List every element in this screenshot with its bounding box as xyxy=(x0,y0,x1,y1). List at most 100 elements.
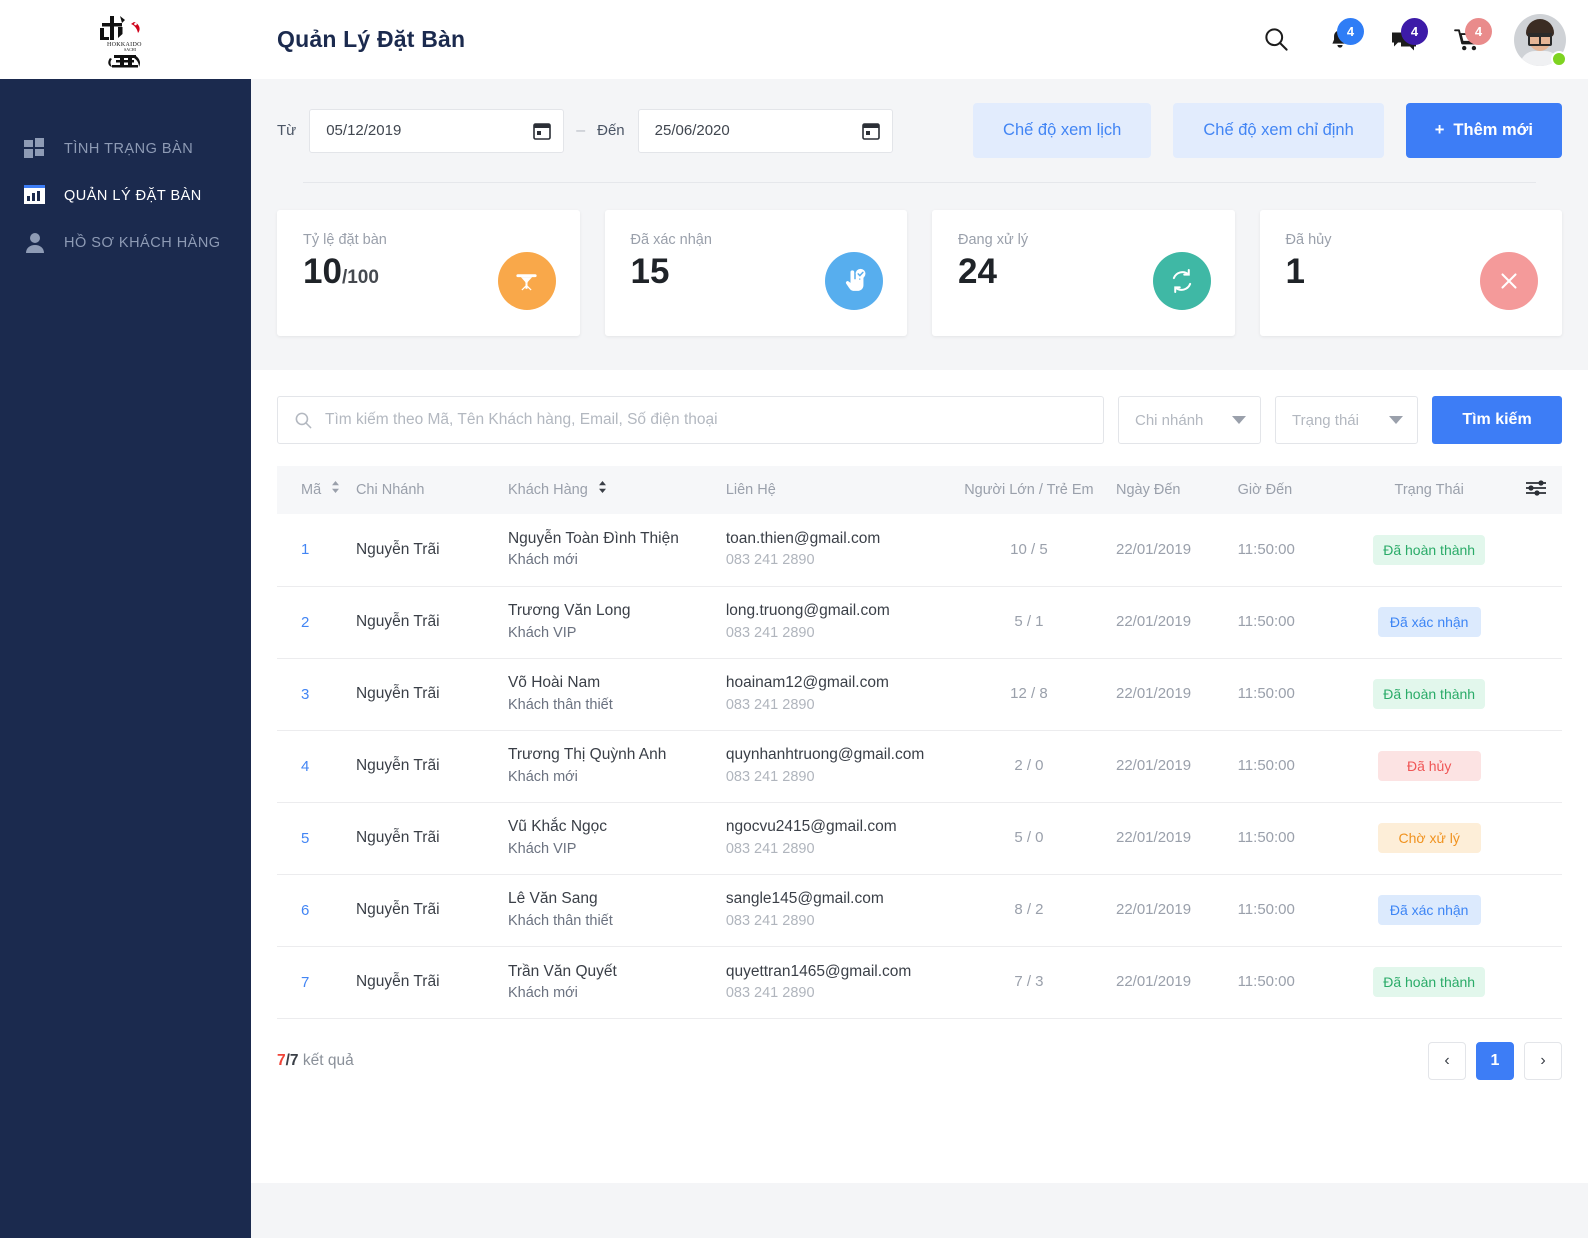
customer-type: Khách VIP xyxy=(507,840,577,857)
sidebar-item-reservation-management[interactable]: QUẢN LÝ ĐẶT BÀN xyxy=(0,172,251,219)
cell-lien-he: sangle145@gmail.com 083 241 2890 xyxy=(720,874,948,946)
col-header-settings[interactable] xyxy=(1505,466,1562,514)
col-header-ngay-den: Ngày Đến xyxy=(1115,482,1181,498)
cell-ma[interactable]: 4 xyxy=(277,730,350,802)
date-to-input[interactable]: 25/06/2020 xyxy=(637,108,893,153)
cell-ma[interactable]: 2 xyxy=(277,586,350,658)
col-header-nguoi: Người Lớn / Trẻ Em xyxy=(964,482,1094,498)
calendar-icon[interactable] xyxy=(533,122,552,140)
pagination-next[interactable]: › xyxy=(1524,1041,1562,1080)
sidebar-item-customer-profile[interactable]: HỒ SƠ KHÁCH HÀNG xyxy=(0,219,251,266)
result-total: /7 xyxy=(285,1051,299,1069)
cell-lien-he: toan.thien@gmail.com 083 241 2890 xyxy=(720,514,948,586)
add-new-button[interactable]: + Thêm mới xyxy=(1405,103,1562,158)
pagination-prev[interactable]: ‹ xyxy=(1428,1041,1466,1080)
cell-nguoi: 8 / 2 xyxy=(1014,901,1044,918)
search-icon-button[interactable] xyxy=(1244,0,1308,79)
customer-type: Khách mới xyxy=(507,984,578,1001)
cell-ma[interactable]: 7 xyxy=(277,946,350,1018)
table-footer: 7/7 kết quả ‹ 1 › xyxy=(277,1018,1562,1102)
cell-lien-he: quyettran1465@gmail.com 083 241 2890 xyxy=(720,946,948,1018)
cell-ma[interactable]: 1 xyxy=(277,514,350,586)
customer-email: quyettran1465@gmail.com xyxy=(725,962,912,980)
add-new-label: Thêm mới xyxy=(1453,121,1533,139)
cell-chi-nhanh: Nguyễn Trãi xyxy=(355,828,440,846)
customer-email: ngocvu2415@gmail.com xyxy=(725,818,897,836)
app-root: HOKKAIDO SACHI Quản Lý Đặt Bàn 4 4 4 TÌN… xyxy=(0,0,1588,1238)
stat-value: 1 xyxy=(1285,252,1305,291)
status-select-value: Trạng thái xyxy=(1292,411,1359,429)
customer-type: Khách thân thiết xyxy=(507,912,613,929)
cell-khach-hang: Trương Thị Quỳnh Anh Khách mới xyxy=(502,730,720,802)
customer-name: Trần Văn Quyết xyxy=(507,962,617,980)
main-content: Từ 05/12/2019 – Đến 25/06/2020 Chế độ xe… xyxy=(251,79,1588,1238)
customer-type: Khách VIP xyxy=(507,624,577,641)
top-bar: HOKKAIDO SACHI Quản Lý Đặt Bàn 4 4 4 xyxy=(0,0,1588,79)
cell-lien-he: quynhanhtruong@gmail.com 083 241 2890 xyxy=(720,730,948,802)
customer-phone: 083 241 2890 xyxy=(725,624,815,641)
customer-phone: 083 241 2890 xyxy=(725,552,815,569)
logo[interactable]: HOKKAIDO SACHI xyxy=(0,0,251,79)
messages-button[interactable]: 4 xyxy=(1372,0,1436,79)
branch-select[interactable]: Chi nhánh xyxy=(1118,396,1261,444)
sort-icon xyxy=(598,481,607,497)
table-row[interactable]: 5 Nguyễn Trãi Vũ Khắc Ngọc Khách VIP ngo… xyxy=(277,802,1562,874)
stat-title: Đang xử lý xyxy=(958,232,1029,248)
customer-email: sangle145@gmail.com xyxy=(725,890,884,908)
col-header-gio-den: Giờ Đến xyxy=(1237,482,1293,498)
table-row[interactable]: 3 Nguyễn Trãi Võ Hoài Nam Khách thân thi… xyxy=(277,658,1562,730)
cell-actions xyxy=(1505,586,1562,658)
cell-ma[interactable]: 6 xyxy=(277,874,350,946)
customer-phone: 083 241 2890 xyxy=(725,840,815,857)
customer-email: long.truong@gmail.com xyxy=(725,602,890,620)
assign-view-button[interactable]: Chế độ xem chỉ định xyxy=(1173,103,1384,158)
cart-button[interactable]: 4 xyxy=(1436,0,1500,79)
table-row[interactable]: 2 Nguyễn Trãi Trương Văn Long Khách VIP … xyxy=(277,586,1562,658)
col-header-trang-thai: Trạng Thái xyxy=(1394,482,1464,498)
pagination-page-1[interactable]: 1 xyxy=(1476,1041,1514,1080)
search-input[interactable]: Tìm kiếm theo Mã, Tên Khách hàng, Email,… xyxy=(277,396,1104,444)
cell-trang-thai: Chờ xử lý xyxy=(1353,802,1505,874)
sort-icon xyxy=(331,481,340,497)
cell-khach-hang: Nguyễn Toàn Đình Thiện Khách mới xyxy=(502,514,720,586)
cell-ngay-den: 22/01/2019 xyxy=(1115,901,1192,918)
status-badge xyxy=(1551,50,1567,67)
table-row[interactable]: 1 Nguyễn Trãi Nguyễn Toàn Đình Thiện Khá… xyxy=(277,514,1562,586)
table-row[interactable]: 6 Nguyễn Trãi Lê Văn Sang Khách thân thi… xyxy=(277,874,1562,946)
cell-ma[interactable]: 5 xyxy=(277,802,350,874)
notifications-button[interactable]: 4 xyxy=(1308,0,1372,79)
status-select[interactable]: Trạng thái xyxy=(1275,396,1418,444)
cell-chi-nhanh: Nguyễn Trãi xyxy=(355,973,440,991)
cell-ngay-den: 22/01/2019 xyxy=(1115,613,1192,630)
date-from-input[interactable]: 05/12/2019 xyxy=(309,108,565,153)
col-header-khach-hang[interactable]: Khách Hàng xyxy=(502,466,720,514)
search-placeholder: Tìm kiếm theo Mã, Tên Khách hàng, Email,… xyxy=(325,411,718,428)
cell-khach-hang: Vũ Khắc Ngọc Khách VIP xyxy=(502,802,720,874)
cell-ngay-den: 22/01/2019 xyxy=(1115,829,1192,846)
table-row[interactable]: 7 Nguyễn Trãi Trần Văn Quyết Khách mới q… xyxy=(277,946,1562,1018)
calendar-icon[interactable] xyxy=(861,122,880,140)
sidebar-item-table-status[interactable]: TÌNH TRẠNG BÀN xyxy=(0,125,251,172)
avatar[interactable] xyxy=(1514,13,1567,67)
search-button[interactable]: Tìm kiếm xyxy=(1432,396,1562,444)
cell-trang-thai: Đã hoàn thành xyxy=(1353,514,1505,586)
customer-type: Khách mới xyxy=(507,768,578,785)
cell-ma[interactable]: 3 xyxy=(277,658,350,730)
notifications-badge: 4 xyxy=(1337,18,1364,45)
cell-trang-thai: Đã hủy xyxy=(1353,730,1505,802)
cell-chi-nhanh: Nguyễn Trãi xyxy=(355,900,440,918)
reservations-table: Mã Chi Nhánh Khách Hàng Liên Hệ Người Lớ… xyxy=(251,444,1588,1018)
search-icon xyxy=(295,412,312,428)
stat-card-cancelled: Đã hủy 1 xyxy=(1259,210,1562,336)
to-label: Đến xyxy=(597,122,625,139)
table-row[interactable]: 4 Nguyễn Trãi Trương Thị Quỳnh Anh Khách… xyxy=(277,730,1562,802)
col-header-ma[interactable]: Mã xyxy=(277,466,350,514)
brand-logo-icon: HOKKAIDO SACHI xyxy=(99,15,141,67)
status-badge: Chờ xử lý xyxy=(1377,823,1481,853)
page-title: Quản Lý Đặt Bàn xyxy=(277,26,466,52)
calendar-view-button[interactable]: Chế độ xem lịch xyxy=(973,103,1152,158)
table-header-row: Mã Chi Nhánh Khách Hàng Liên Hệ Người Lớ… xyxy=(277,466,1562,514)
customer-email: toan.thien@gmail.com xyxy=(725,530,881,547)
customer-name: Vũ Khắc Ngọc xyxy=(507,818,608,836)
customer-type: Khách mới xyxy=(507,552,578,569)
